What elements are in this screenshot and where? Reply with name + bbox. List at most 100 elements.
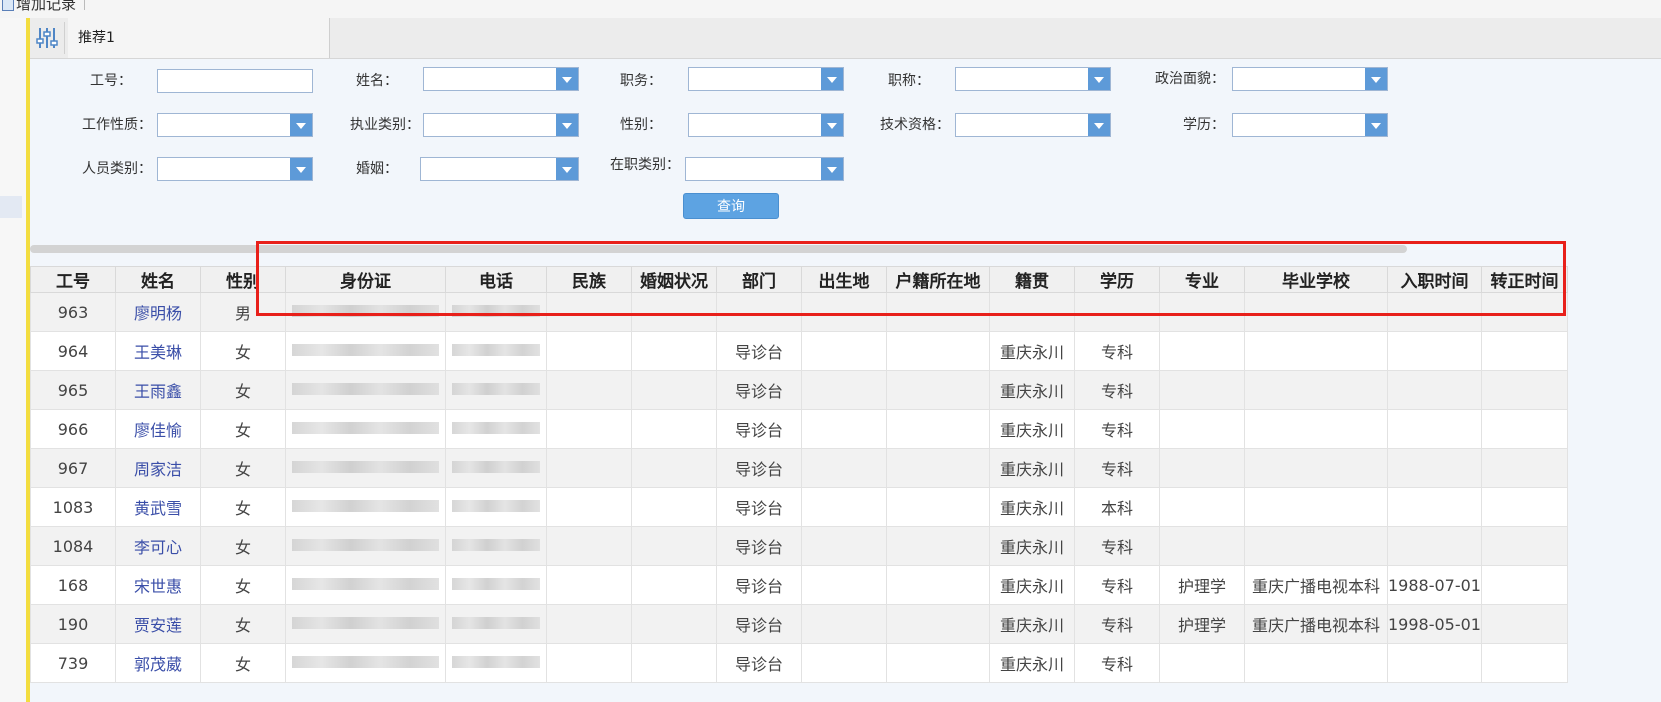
redacted-value xyxy=(292,383,439,395)
label-staff-type: 人员类别： xyxy=(82,161,152,177)
table-cell xyxy=(886,448,990,488)
employee-id-input[interactable] xyxy=(157,69,313,93)
dropdown-arrow-icon[interactable] xyxy=(1365,68,1387,90)
table-cell[interactable]: 宋世惠 xyxy=(115,565,201,605)
label-work-nature: 工作性质： xyxy=(82,117,152,133)
table-cell: 重庆永川 xyxy=(989,604,1075,644)
redacted-value xyxy=(292,344,439,356)
table-row[interactable]: 739 郭茂葳女 导诊台 重庆永川 专科 xyxy=(30,643,1568,683)
redacted-value xyxy=(452,617,540,629)
table-cell: 专科 xyxy=(1074,331,1160,371)
employment-type-select[interactable] xyxy=(685,157,844,181)
tech-qualification-select[interactable] xyxy=(955,113,1111,137)
column-header[interactable]: 转正时间 xyxy=(1480,266,1568,293)
dropdown-arrow-icon[interactable] xyxy=(1088,114,1110,136)
position-select[interactable] xyxy=(688,67,844,91)
column-header[interactable]: 部门 xyxy=(716,266,802,293)
sliders-icon[interactable] xyxy=(36,26,58,50)
left-sidebar xyxy=(0,18,26,702)
dropdown-arrow-icon[interactable] xyxy=(821,158,843,180)
column-header[interactable]: 民族 xyxy=(546,266,632,293)
table-cell: 男 xyxy=(200,292,286,332)
political-status-select[interactable] xyxy=(1232,67,1388,91)
add-record-button[interactable]: 增加记录 xyxy=(0,0,76,14)
table-cell[interactable]: 贾安莲 xyxy=(115,604,201,644)
table-cell xyxy=(886,487,990,527)
table-cell: 966 xyxy=(30,409,116,449)
table-cell: 导诊台 xyxy=(716,643,802,683)
table-cell xyxy=(1244,526,1388,566)
name-select[interactable] xyxy=(423,67,579,91)
table-cell xyxy=(886,409,990,449)
table-cell[interactable]: 李可心 xyxy=(115,526,201,566)
gender-select[interactable] xyxy=(688,113,844,137)
table-row[interactable]: 966 廖佳愉女 导诊台 重庆永川 专科 xyxy=(30,409,1568,449)
table-cell xyxy=(1244,409,1388,449)
table-cell[interactable]: 廖明杨 xyxy=(115,292,201,332)
table-cell xyxy=(886,526,990,566)
table-cell[interactable]: 郭茂葳 xyxy=(115,643,201,683)
table-row[interactable]: 1084 李可心女 导诊台 重庆永川 专科 xyxy=(30,526,1568,566)
column-header[interactable]: 学历 xyxy=(1074,266,1160,293)
dropdown-arrow-icon[interactable] xyxy=(821,114,843,136)
table-cell: 导诊台 xyxy=(716,487,802,527)
table-row[interactable]: 967 周家洁女 导诊台 重庆永川 专科 xyxy=(30,448,1568,488)
table-row[interactable]: 964 王美琳女 导诊台 重庆永川 专科 xyxy=(30,331,1568,371)
horizontal-scrollbar[interactable] xyxy=(30,245,1407,253)
column-header[interactable]: 工号 xyxy=(30,266,116,293)
table-cell xyxy=(631,565,717,605)
column-header[interactable]: 性别 xyxy=(200,266,286,293)
table-cell[interactable]: 黄武雪 xyxy=(115,487,201,527)
column-header[interactable]: 电话 xyxy=(445,266,547,293)
column-header[interactable]: 婚姻状况 xyxy=(631,266,717,293)
column-header[interactable]: 籍贯 xyxy=(989,266,1075,293)
sidebar-selected-item[interactable] xyxy=(0,196,22,218)
title-select[interactable] xyxy=(955,67,1111,91)
table-cell: 导诊台 xyxy=(716,565,802,605)
dropdown-arrow-icon[interactable] xyxy=(290,114,312,136)
table-cell: 专科 xyxy=(1074,526,1160,566)
table-cell xyxy=(546,526,632,566)
dropdown-arrow-icon[interactable] xyxy=(290,158,312,180)
column-header[interactable]: 户籍所在地 xyxy=(886,266,990,293)
table-row[interactable]: 168 宋世惠女 导诊台 重庆永川 专科 护理学 重庆广播电视本科 1988-07-01 xyxy=(30,565,1568,605)
column-header[interactable]: 姓名 xyxy=(115,266,201,293)
table-row[interactable]: 965 王雨鑫女 导诊台 重庆永川 专科 xyxy=(30,370,1568,410)
table-cell xyxy=(1244,292,1388,332)
table-cell xyxy=(546,604,632,644)
dropdown-arrow-icon[interactable] xyxy=(556,158,578,180)
table-cell xyxy=(1159,292,1245,332)
tab-bar: 推荐1 xyxy=(30,18,1661,59)
table-cell xyxy=(546,331,632,371)
marriage-select[interactable] xyxy=(420,157,579,181)
work-nature-select[interactable] xyxy=(157,113,313,137)
dropdown-arrow-icon[interactable] xyxy=(1365,114,1387,136)
column-header[interactable]: 专业 xyxy=(1159,266,1245,293)
table-cell[interactable]: 王雨鑫 xyxy=(115,370,201,410)
table-cell[interactable]: 廖佳愉 xyxy=(115,409,201,449)
table-row[interactable]: 1083 黄武雪女 导诊台 重庆永川 本科 xyxy=(30,487,1568,527)
query-button[interactable]: 查询 xyxy=(683,193,779,219)
top-toolbar: 增加记录 xyxy=(0,0,1661,19)
dropdown-arrow-icon[interactable] xyxy=(821,68,843,90)
column-header[interactable]: 身份证 xyxy=(285,266,446,293)
table-cell: 168 xyxy=(30,565,116,605)
staff-type-select[interactable] xyxy=(157,157,313,181)
column-header[interactable]: 出生地 xyxy=(801,266,887,293)
dropdown-arrow-icon[interactable] xyxy=(1088,68,1110,90)
table-cell: 重庆永川 xyxy=(989,643,1075,683)
table-row[interactable]: 190 贾安莲女 导诊台 重庆永川 专科 护理学 重庆广播电视本科 1998-05-01 xyxy=(30,604,1568,644)
table-row[interactable]: 963 廖明杨男 xyxy=(30,292,1568,332)
column-header[interactable]: 毕业学校 xyxy=(1244,266,1388,293)
dropdown-arrow-icon[interactable] xyxy=(556,114,578,136)
column-header[interactable]: 入职时间 xyxy=(1387,266,1482,293)
tab-recommend-1[interactable]: 推荐1 xyxy=(68,18,330,58)
table-cell[interactable]: 王美琳 xyxy=(115,331,201,371)
table-cell xyxy=(886,370,990,410)
table-cell[interactable]: 周家洁 xyxy=(115,448,201,488)
dropdown-arrow-icon[interactable] xyxy=(556,68,578,90)
education-select[interactable] xyxy=(1232,113,1388,137)
table-cell xyxy=(886,565,990,605)
practice-category-select[interactable] xyxy=(423,113,579,137)
table-cell: 专科 xyxy=(1074,604,1160,644)
